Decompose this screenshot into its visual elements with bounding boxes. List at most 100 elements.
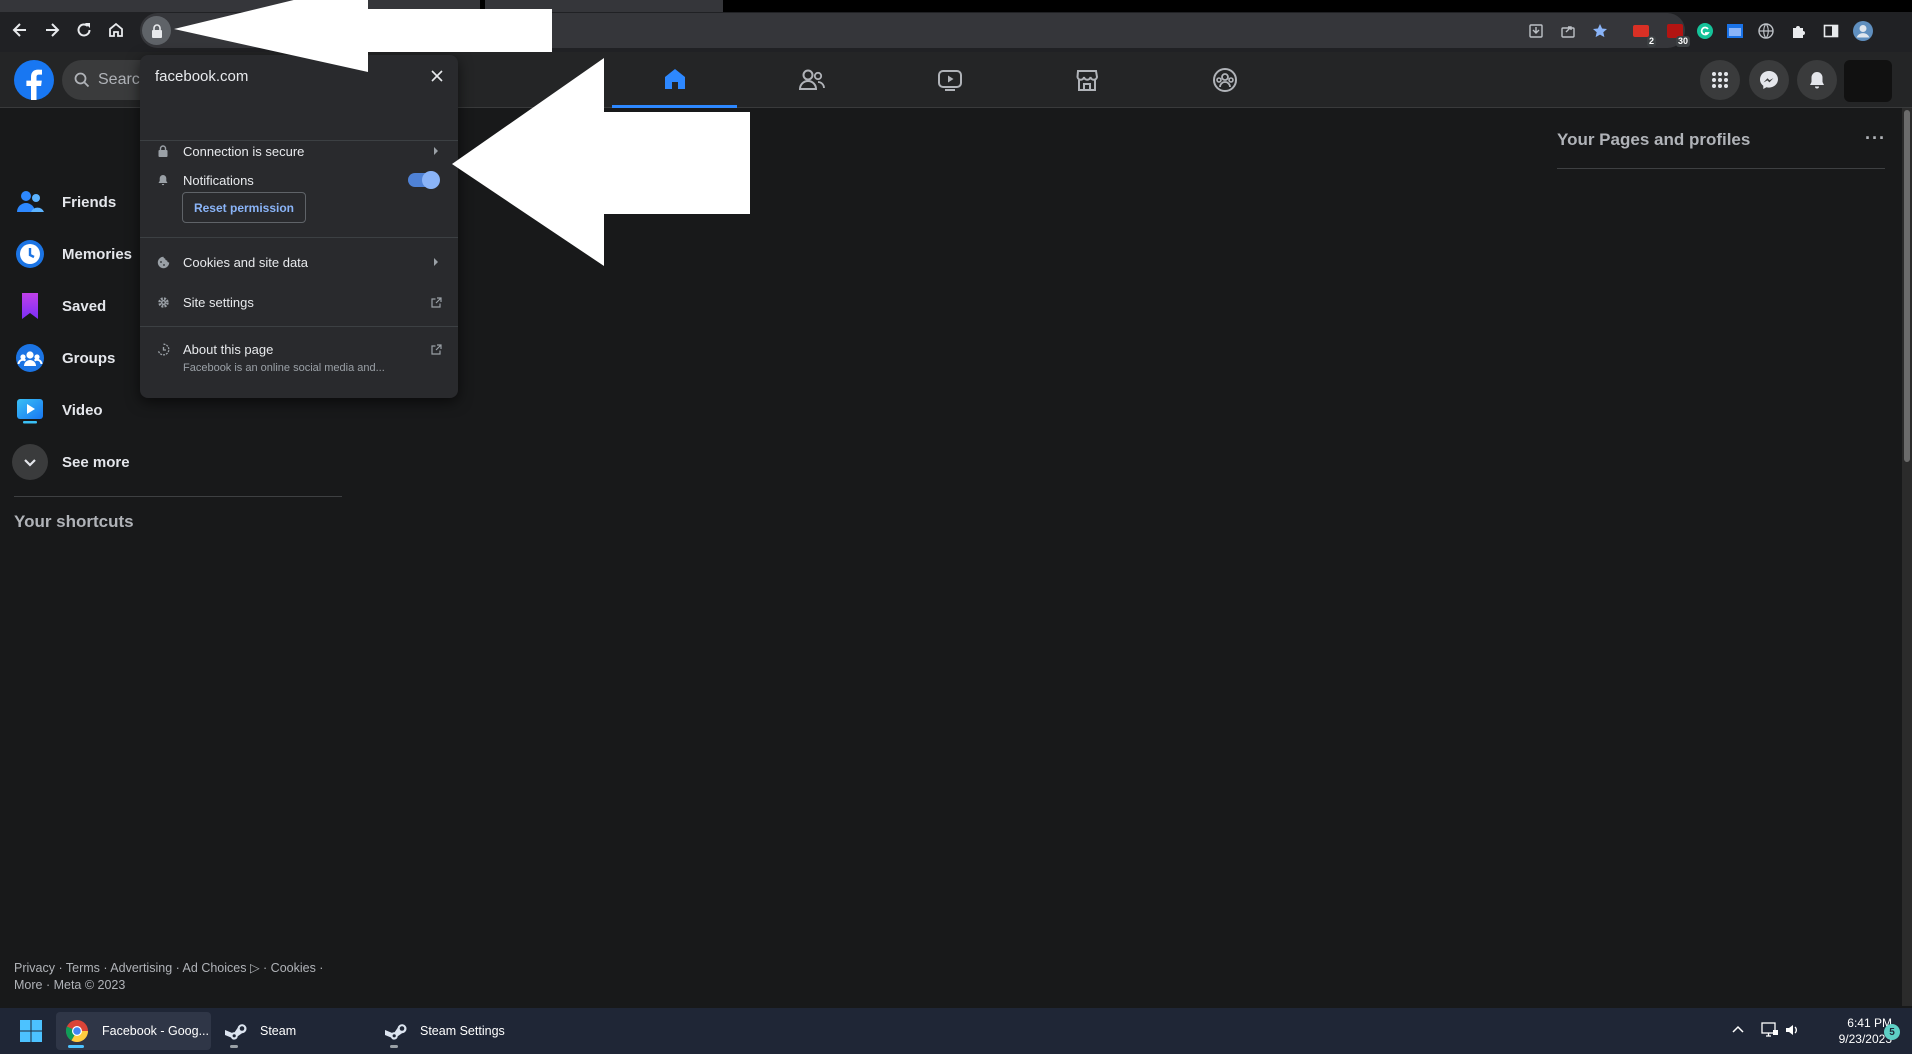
back-icon — [12, 23, 26, 37]
grammarly-extension[interactable] — [1694, 20, 1716, 42]
about-page-row[interactable]: About this page — [140, 337, 458, 361]
chevron-right-icon — [434, 147, 438, 155]
friends-icon — [798, 69, 825, 90]
grid-menu-icon — [1712, 72, 1728, 88]
sidebar-item-label: Video — [62, 401, 103, 419]
lock-icon — [151, 23, 162, 38]
saved-icon — [22, 293, 38, 319]
popup-divider — [140, 140, 458, 141]
reload-button[interactable] — [71, 17, 97, 43]
site-info-popup: facebook.com Connection is secure Notifi… — [140, 55, 458, 398]
menu-button[interactable] — [1700, 60, 1740, 100]
taskbar-app-label: Steam — [260, 1024, 297, 1038]
footer-line-1[interactable]: Privacy · Terms · Advertising · Ad Choic… — [14, 960, 334, 977]
windows-icon — [20, 1020, 42, 1042]
show-hidden-icons-button[interactable] — [1728, 1020, 1748, 1040]
reload-icon — [77, 23, 91, 37]
steam-icon — [225, 1024, 247, 1040]
window-icon — [1727, 24, 1743, 38]
about-label: About this page — [183, 341, 274, 357]
star-icon — [1593, 24, 1607, 38]
facebook-logo[interactable] — [14, 60, 54, 100]
install-app-button[interactable] — [1525, 20, 1547, 42]
popup-divider — [140, 237, 458, 238]
pages-more-button[interactable]: ··· — [1865, 128, 1886, 149]
side-panel-icon — [1823, 24, 1839, 38]
home-icon — [109, 22, 123, 37]
notifications-button[interactable] — [1797, 60, 1837, 100]
chrome-icon — [65, 1020, 88, 1042]
groups-icon — [16, 344, 44, 372]
marketplace-icon — [1075, 70, 1098, 91]
site-settings-label: Site settings — [183, 294, 254, 310]
sidebar-item-label: Groups — [62, 349, 116, 367]
bookmark-star-button[interactable] — [1589, 20, 1611, 42]
taskbar-app-steam[interactable]: Steam — [222, 1012, 352, 1050]
install-icon — [1529, 24, 1543, 38]
sidebar-item-see-more[interactable]: See more — [12, 439, 342, 485]
messenger-button[interactable] — [1749, 60, 1789, 100]
tab-watch[interactable] — [887, 52, 1012, 108]
account-avatar[interactable] — [1844, 60, 1892, 102]
extension-4[interactable] — [1755, 20, 1777, 42]
site-info-button[interactable] — [142, 16, 171, 45]
history-icon — [157, 343, 169, 355]
cookie-icon — [157, 256, 169, 268]
tab-marketplace[interactable] — [1024, 52, 1149, 108]
profile-button[interactable] — [1852, 20, 1874, 42]
back-button[interactable] — [7, 17, 33, 43]
extension-2[interactable]: 30 — [1664, 20, 1690, 47]
tab-gaming[interactable] — [1162, 52, 1287, 108]
extension-badge: 2 — [1646, 36, 1656, 47]
lock-icon — [158, 145, 168, 157]
volume-button[interactable] — [1782, 1020, 1802, 1040]
system-clock[interactable]: 6:41 PM 9/23/2023 — [1810, 1015, 1892, 1047]
steam-icon — [385, 1024, 407, 1040]
extensions-button[interactable] — [1788, 20, 1810, 42]
footer-links[interactable]: Privacy · Terms · Advertising · Ad Choic… — [14, 960, 334, 994]
side-panel-button[interactable] — [1820, 20, 1842, 42]
clock-time: 6:41 PM — [1847, 1016, 1892, 1030]
footer-line-2[interactable]: More · Meta © 2023 — [14, 977, 334, 994]
extension-1[interactable]: 2 — [1630, 20, 1656, 47]
tab-friends[interactable] — [749, 52, 874, 108]
speaker-icon — [1786, 1025, 1797, 1035]
puzzle-icon — [1793, 26, 1805, 38]
external-link-icon — [431, 343, 442, 355]
search-icon — [74, 72, 90, 88]
popup-divider — [140, 326, 458, 327]
site-settings-row[interactable]: Site settings — [140, 287, 458, 317]
memories-icon — [16, 240, 44, 268]
network-button[interactable] — [1760, 1020, 1780, 1040]
network-icon — [1761, 1022, 1778, 1037]
taskbar-app-chrome[interactable]: Facebook - Goog... — [56, 1012, 211, 1050]
cookies-label: Cookies and site data — [183, 254, 309, 270]
share-icon — [1561, 26, 1575, 38]
groups-icon — [1212, 68, 1237, 92]
scrollbar-thumb[interactable] — [1904, 110, 1910, 462]
forward-button[interactable] — [39, 17, 65, 43]
pages-profiles-title: Your Pages and profiles — [1557, 130, 1751, 149]
sidebar-item-label: Saved — [62, 297, 107, 315]
extension-3[interactable] — [1724, 20, 1746, 42]
about-description: Facebook is an online social media and..… — [183, 362, 385, 374]
extension-badge: 30 — [1675, 36, 1690, 47]
notifications-toggle[interactable] — [408, 171, 440, 189]
sidebar-item-label: See more — [62, 453, 130, 471]
taskbar-app-steam-settings[interactable]: Steam Settings — [382, 1012, 532, 1050]
sidebar-item-label: Memories — [62, 245, 133, 263]
profile-avatar-icon — [1853, 21, 1873, 41]
home-button[interactable] — [103, 17, 129, 43]
shortcuts-title: Your shortcuts — [14, 512, 134, 531]
annotation-arrow-toggle — [452, 58, 750, 266]
start-button[interactable] — [14, 1012, 48, 1050]
taskbar-app-label: Facebook - Goog... — [102, 1024, 210, 1038]
sidebar-divider — [14, 496, 342, 497]
chevron-right-icon — [434, 258, 438, 266]
cookies-row[interactable]: Cookies and site data — [140, 247, 458, 277]
running-indicator — [230, 1045, 238, 1048]
forward-icon — [46, 23, 60, 37]
reset-permission-button[interactable]: Reset permission — [182, 192, 306, 223]
share-button[interactable] — [1557, 20, 1579, 42]
notification-center-badge[interactable]: 5 — [1884, 1024, 1900, 1040]
